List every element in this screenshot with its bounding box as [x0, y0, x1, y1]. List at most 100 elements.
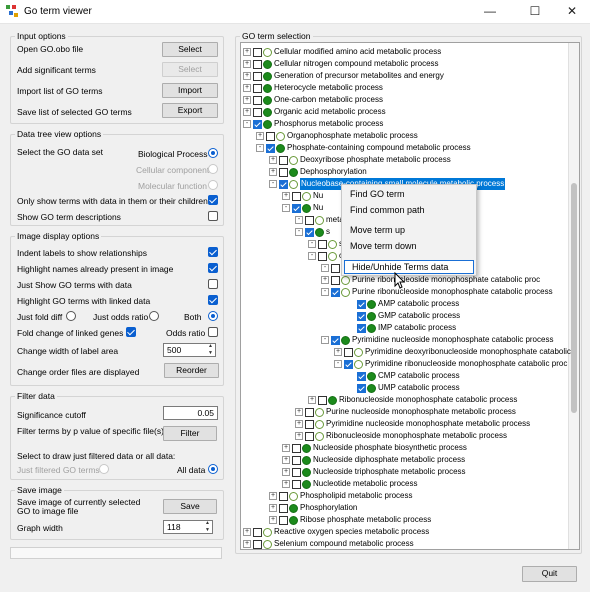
expand-icon[interactable]: +	[269, 492, 277, 500]
node-checkbox[interactable]	[318, 395, 327, 405]
node-checkbox[interactable]	[279, 491, 288, 501]
tree-node[interactable]: - Phosphate-containing compound metabolic…	[256, 142, 471, 154]
collapse-icon[interactable]: -	[321, 288, 329, 296]
node-checkbox[interactable]	[318, 251, 327, 261]
expand-icon[interactable]: +	[243, 96, 251, 104]
tree-node[interactable]: + Pyrimidine nucleoside monophosphate met…	[295, 418, 530, 430]
node-checkbox[interactable]	[331, 263, 340, 273]
tree-node[interactable]: + Cellular modified amino acid metabolic …	[243, 46, 441, 58]
cutoff-input[interactable]: 0.05	[163, 406, 218, 420]
node-checkbox[interactable]	[253, 83, 262, 93]
node-checkbox[interactable]	[357, 371, 366, 381]
collapse-icon[interactable]: -	[269, 180, 277, 188]
collapse-icon[interactable]: -	[321, 336, 329, 344]
node-checkbox[interactable]	[253, 59, 262, 69]
node-checkbox[interactable]	[253, 527, 262, 537]
tree-node[interactable]: + Nucleotide metabolic process	[282, 478, 418, 490]
node-checkbox[interactable]	[253, 95, 262, 105]
collapse-icon[interactable]: -	[308, 240, 316, 248]
node-checkbox[interactable]	[331, 275, 340, 285]
node-checkbox[interactable]	[253, 107, 262, 117]
tree-node[interactable]: + Phospholipid metabolic process	[269, 490, 413, 502]
quit-button[interactable]: Quit	[522, 566, 577, 582]
tree-node[interactable]: - Pyrimidine ribonucleoside monophosphate…	[334, 358, 567, 370]
expand-icon[interactable]: +	[295, 420, 303, 428]
tree-node[interactable]: + Cellular nitrogen compound metabolic pr…	[243, 58, 439, 70]
export-button[interactable]: Export	[162, 103, 218, 118]
node-checkbox[interactable]	[292, 191, 301, 201]
save-button[interactable]: Save	[163, 499, 217, 514]
dataset-biological-radio[interactable]	[208, 148, 218, 158]
node-checkbox[interactable]	[344, 347, 353, 357]
node-checkbox[interactable]	[305, 407, 314, 417]
node-checkbox[interactable]	[305, 215, 314, 225]
just-odds-radio[interactable]	[149, 311, 159, 321]
select-obo-button[interactable]: Select	[162, 42, 218, 57]
expand-icon[interactable]: +	[334, 348, 342, 356]
dataset-molecular-radio[interactable]	[208, 180, 218, 190]
expand-icon[interactable]: +	[282, 480, 290, 488]
tree-node[interactable]: + Organophosphate metabolic process	[256, 130, 418, 142]
expand-icon[interactable]: +	[295, 408, 303, 416]
tree-node[interactable]: -s	[295, 226, 330, 238]
expand-icon[interactable]: +	[243, 72, 251, 80]
expand-icon[interactable]: +	[282, 456, 290, 464]
minimize-icon[interactable]: —	[470, 0, 510, 24]
node-checkbox[interactable]	[292, 467, 301, 477]
collapse-icon[interactable]: -	[282, 204, 290, 212]
highlight-linked-checkbox[interactable]	[208, 295, 218, 305]
node-checkbox[interactable]	[357, 383, 366, 393]
expand-icon[interactable]: +	[308, 396, 316, 404]
expand-icon[interactable]: +	[269, 168, 277, 176]
tree-node[interactable]: AMP catabolic process	[347, 298, 459, 310]
tree-node[interactable]: IMP catabolic process	[347, 322, 456, 334]
node-checkbox[interactable]	[253, 119, 262, 129]
odds-ratio-checkbox[interactable]	[208, 327, 218, 337]
tree-scroll-thumb[interactable]	[571, 183, 577, 413]
expand-icon[interactable]: +	[243, 108, 251, 116]
node-checkbox[interactable]	[279, 503, 288, 513]
expand-icon[interactable]: +	[282, 468, 290, 476]
node-checkbox[interactable]	[305, 227, 314, 237]
tree-node[interactable]: - Phosphorus metabolic process	[243, 118, 383, 130]
node-checkbox[interactable]	[331, 335, 340, 345]
tree-node[interactable]: + Heterocycle metabolic process	[243, 82, 383, 94]
node-checkbox[interactable]	[357, 323, 366, 333]
tree-node[interactable]: + Generation of precursor metabolites and…	[243, 70, 444, 82]
tree-node[interactable]: + Deoxyribose phosphate metabolic process	[269, 154, 451, 166]
node-checkbox[interactable]	[279, 515, 288, 525]
collapse-icon[interactable]: -	[243, 120, 251, 128]
select-significant-button[interactable]: Select	[162, 62, 218, 77]
node-checkbox[interactable]	[253, 47, 262, 57]
go-term-tree[interactable]: + Cellular modified amino acid metabolic …	[240, 42, 580, 550]
menu-move-term-up[interactable]: Move term up	[350, 225, 405, 235]
node-checkbox[interactable]	[305, 431, 314, 441]
tree-node[interactable]: -s	[308, 238, 343, 250]
both-radio[interactable]	[208, 311, 218, 321]
tree-node[interactable]: + Nucleoside phosphate biosynthetic proce…	[282, 442, 467, 454]
fold-change-checkbox[interactable]	[126, 327, 136, 337]
highlight-names-checkbox[interactable]	[208, 263, 218, 273]
node-checkbox[interactable]	[266, 143, 275, 153]
node-checkbox[interactable]	[292, 455, 301, 465]
expand-icon[interactable]: +	[269, 516, 277, 524]
label-width-input[interactable]: 500	[163, 343, 208, 357]
menu-find-common-path[interactable]: Find common path	[350, 205, 425, 215]
tree-node[interactable]: + Ribonucleoside monophosphate metabolic …	[295, 430, 507, 442]
tree-node[interactable]: + One-carbon metabolic process	[243, 94, 383, 106]
tree-node[interactable]: + Phosphorylation	[269, 502, 357, 514]
expand-icon[interactable]: +	[282, 444, 290, 452]
tree-node[interactable]: + Nu	[282, 190, 323, 202]
expand-icon[interactable]: +	[243, 540, 251, 548]
expand-icon[interactable]: +	[243, 60, 251, 68]
menu-hide-unhide-terms-data[interactable]: Hide/Unhide Terms data	[344, 260, 474, 274]
just-show-data-checkbox[interactable]	[208, 279, 218, 289]
collapse-icon[interactable]: -	[308, 252, 316, 260]
node-checkbox[interactable]	[292, 479, 301, 489]
expand-icon[interactable]: +	[295, 432, 303, 440]
graph-width-stepper[interactable]	[204, 520, 213, 534]
just-fold-radio[interactable]	[66, 311, 76, 321]
reorder-button[interactable]: Reorder	[164, 363, 219, 378]
collapse-icon[interactable]: -	[295, 216, 303, 224]
expand-icon[interactable]: +	[282, 192, 290, 200]
